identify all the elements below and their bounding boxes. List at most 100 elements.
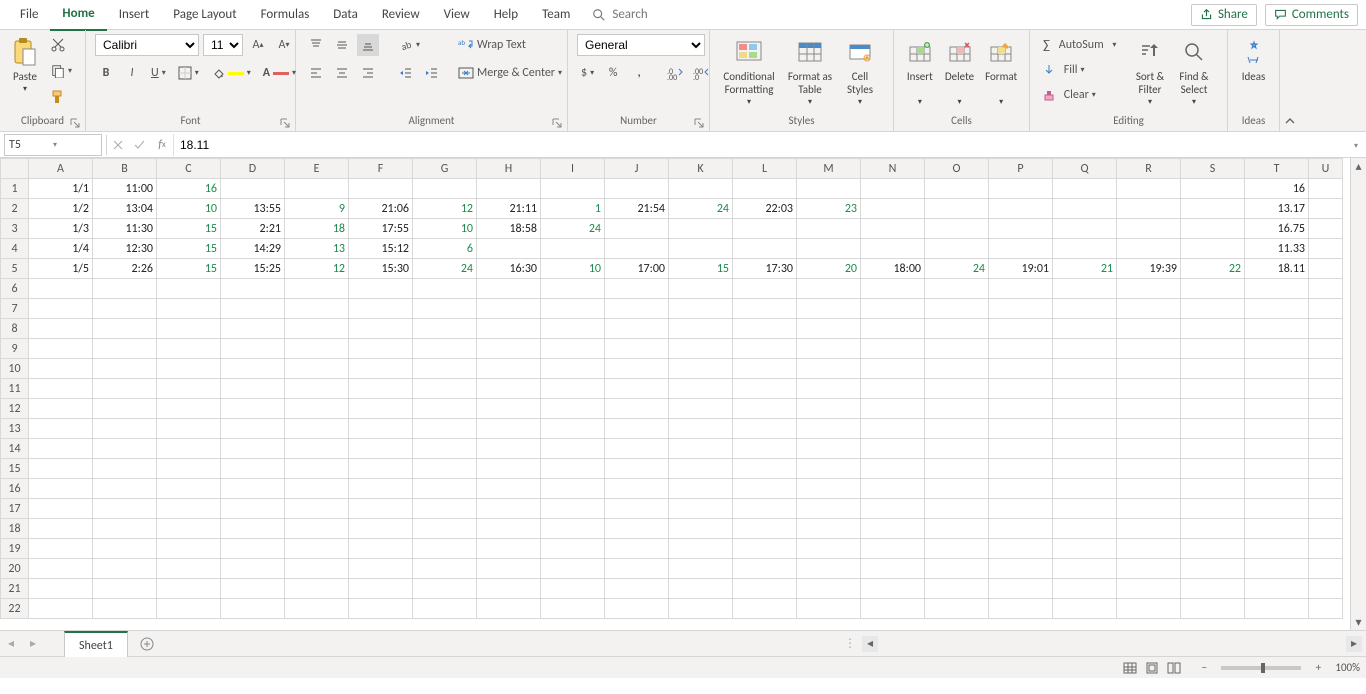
- cell-I2[interactable]: 1: [541, 199, 605, 219]
- cell-K12[interactable]: [669, 399, 733, 419]
- cell-G13[interactable]: [413, 419, 477, 439]
- cell-D20[interactable]: [221, 559, 285, 579]
- format-as-table-button[interactable]: Format as Table▾: [782, 34, 838, 109]
- cell-S19[interactable]: [1181, 539, 1245, 559]
- cell-G11[interactable]: [413, 379, 477, 399]
- fill-button[interactable]: Fill▾: [1039, 59, 1099, 81]
- search-box[interactable]: Search: [582, 7, 657, 22]
- row-header-7[interactable]: 7: [1, 299, 29, 319]
- cell-S16[interactable]: [1181, 479, 1245, 499]
- cell-T2[interactable]: 13.17: [1245, 199, 1309, 219]
- cell-O5[interactable]: 24: [925, 259, 989, 279]
- cell-U5[interactable]: [1309, 259, 1343, 279]
- cell-H8[interactable]: [477, 319, 541, 339]
- cell-R11[interactable]: [1117, 379, 1181, 399]
- enter-formula-button[interactable]: [129, 134, 151, 156]
- cell-T14[interactable]: [1245, 439, 1309, 459]
- cell-O22[interactable]: [925, 599, 989, 619]
- cell-K6[interactable]: [669, 279, 733, 299]
- cell-N20[interactable]: [861, 559, 925, 579]
- merge-center-button[interactable]: Merge & Center▾: [454, 62, 584, 84]
- cell-N3[interactable]: [861, 219, 925, 239]
- cell-P7[interactable]: [989, 299, 1053, 319]
- cell-D18[interactable]: [221, 519, 285, 539]
- format-cells-button[interactable]: Format▾: [979, 34, 1023, 109]
- cell-S10[interactable]: [1181, 359, 1245, 379]
- cell-U4[interactable]: [1309, 239, 1343, 259]
- tab-team[interactable]: Team: [530, 0, 582, 30]
- cell-R19[interactable]: [1117, 539, 1181, 559]
- cell-U10[interactable]: [1309, 359, 1343, 379]
- cell-G14[interactable]: [413, 439, 477, 459]
- cell-I5[interactable]: 10: [541, 259, 605, 279]
- cell-I22[interactable]: [541, 599, 605, 619]
- cell-J16[interactable]: [605, 479, 669, 499]
- cell-F5[interactable]: 15:30: [349, 259, 413, 279]
- cell-E12[interactable]: [285, 399, 349, 419]
- cell-P8[interactable]: [989, 319, 1053, 339]
- cell-P4[interactable]: [989, 239, 1053, 259]
- conditional-formatting-button[interactable]: Conditional Formatting▾: [716, 34, 782, 109]
- cell-K3[interactable]: [669, 219, 733, 239]
- cell-E17[interactable]: [285, 499, 349, 519]
- sheet-tab-1[interactable]: Sheet1: [64, 631, 128, 657]
- cell-L12[interactable]: [733, 399, 797, 419]
- cell-C7[interactable]: [157, 299, 221, 319]
- cell-O1[interactable]: [925, 179, 989, 199]
- cell-O7[interactable]: [925, 299, 989, 319]
- cell-N1[interactable]: [861, 179, 925, 199]
- cell-S3[interactable]: [1181, 219, 1245, 239]
- cell-U9[interactable]: [1309, 339, 1343, 359]
- row-header-1[interactable]: 1: [1, 179, 29, 199]
- cell-B3[interactable]: 11:30: [93, 219, 157, 239]
- cell-P21[interactable]: [989, 579, 1053, 599]
- cell-I20[interactable]: [541, 559, 605, 579]
- accounting-format-button[interactable]: $▾: [577, 62, 598, 84]
- row-header-17[interactable]: 17: [1, 499, 29, 519]
- increase-indent-button[interactable]: [421, 62, 443, 84]
- cell-P9[interactable]: [989, 339, 1053, 359]
- autosum-button[interactable]: ∑ AutoSum ▾: [1039, 34, 1125, 56]
- col-header-F[interactable]: F: [349, 159, 413, 179]
- cell-H14[interactable]: [477, 439, 541, 459]
- cell-S14[interactable]: [1181, 439, 1245, 459]
- cell-E5[interactable]: 12: [285, 259, 349, 279]
- cell-B17[interactable]: [93, 499, 157, 519]
- col-header-N[interactable]: N: [861, 159, 925, 179]
- cell-G22[interactable]: [413, 599, 477, 619]
- comma-format-button[interactable]: ,: [628, 62, 650, 84]
- cell-D13[interactable]: [221, 419, 285, 439]
- page-break-view-button[interactable]: [1163, 659, 1185, 677]
- cell-J17[interactable]: [605, 499, 669, 519]
- col-header-D[interactable]: D: [221, 159, 285, 179]
- cell-N18[interactable]: [861, 519, 925, 539]
- cell-O15[interactable]: [925, 459, 989, 479]
- cell-T4[interactable]: 11.33: [1245, 239, 1309, 259]
- cell-T12[interactable]: [1245, 399, 1309, 419]
- cell-I7[interactable]: [541, 299, 605, 319]
- increase-font-button[interactable]: A▴: [247, 34, 269, 56]
- tab-review[interactable]: Review: [370, 0, 432, 30]
- cell-U17[interactable]: [1309, 499, 1343, 519]
- cell-P3[interactable]: [989, 219, 1053, 239]
- cell-L20[interactable]: [733, 559, 797, 579]
- cell-E18[interactable]: [285, 519, 349, 539]
- cell-K1[interactable]: [669, 179, 733, 199]
- cell-J14[interactable]: [605, 439, 669, 459]
- cell-I11[interactable]: [541, 379, 605, 399]
- share-button[interactable]: Share: [1191, 4, 1257, 26]
- row-header-10[interactable]: 10: [1, 359, 29, 379]
- row-header-11[interactable]: 11: [1, 379, 29, 399]
- cell-K13[interactable]: [669, 419, 733, 439]
- cell-styles-button[interactable]: Cell Styles▾: [838, 34, 882, 109]
- cell-M5[interactable]: 20: [797, 259, 861, 279]
- cell-R18[interactable]: [1117, 519, 1181, 539]
- cell-I16[interactable]: [541, 479, 605, 499]
- col-header-E[interactable]: E: [285, 159, 349, 179]
- cell-E3[interactable]: 18: [285, 219, 349, 239]
- cell-I10[interactable]: [541, 359, 605, 379]
- col-header-L[interactable]: L: [733, 159, 797, 179]
- cell-Q5[interactable]: 21: [1053, 259, 1117, 279]
- cell-E11[interactable]: [285, 379, 349, 399]
- cell-O18[interactable]: [925, 519, 989, 539]
